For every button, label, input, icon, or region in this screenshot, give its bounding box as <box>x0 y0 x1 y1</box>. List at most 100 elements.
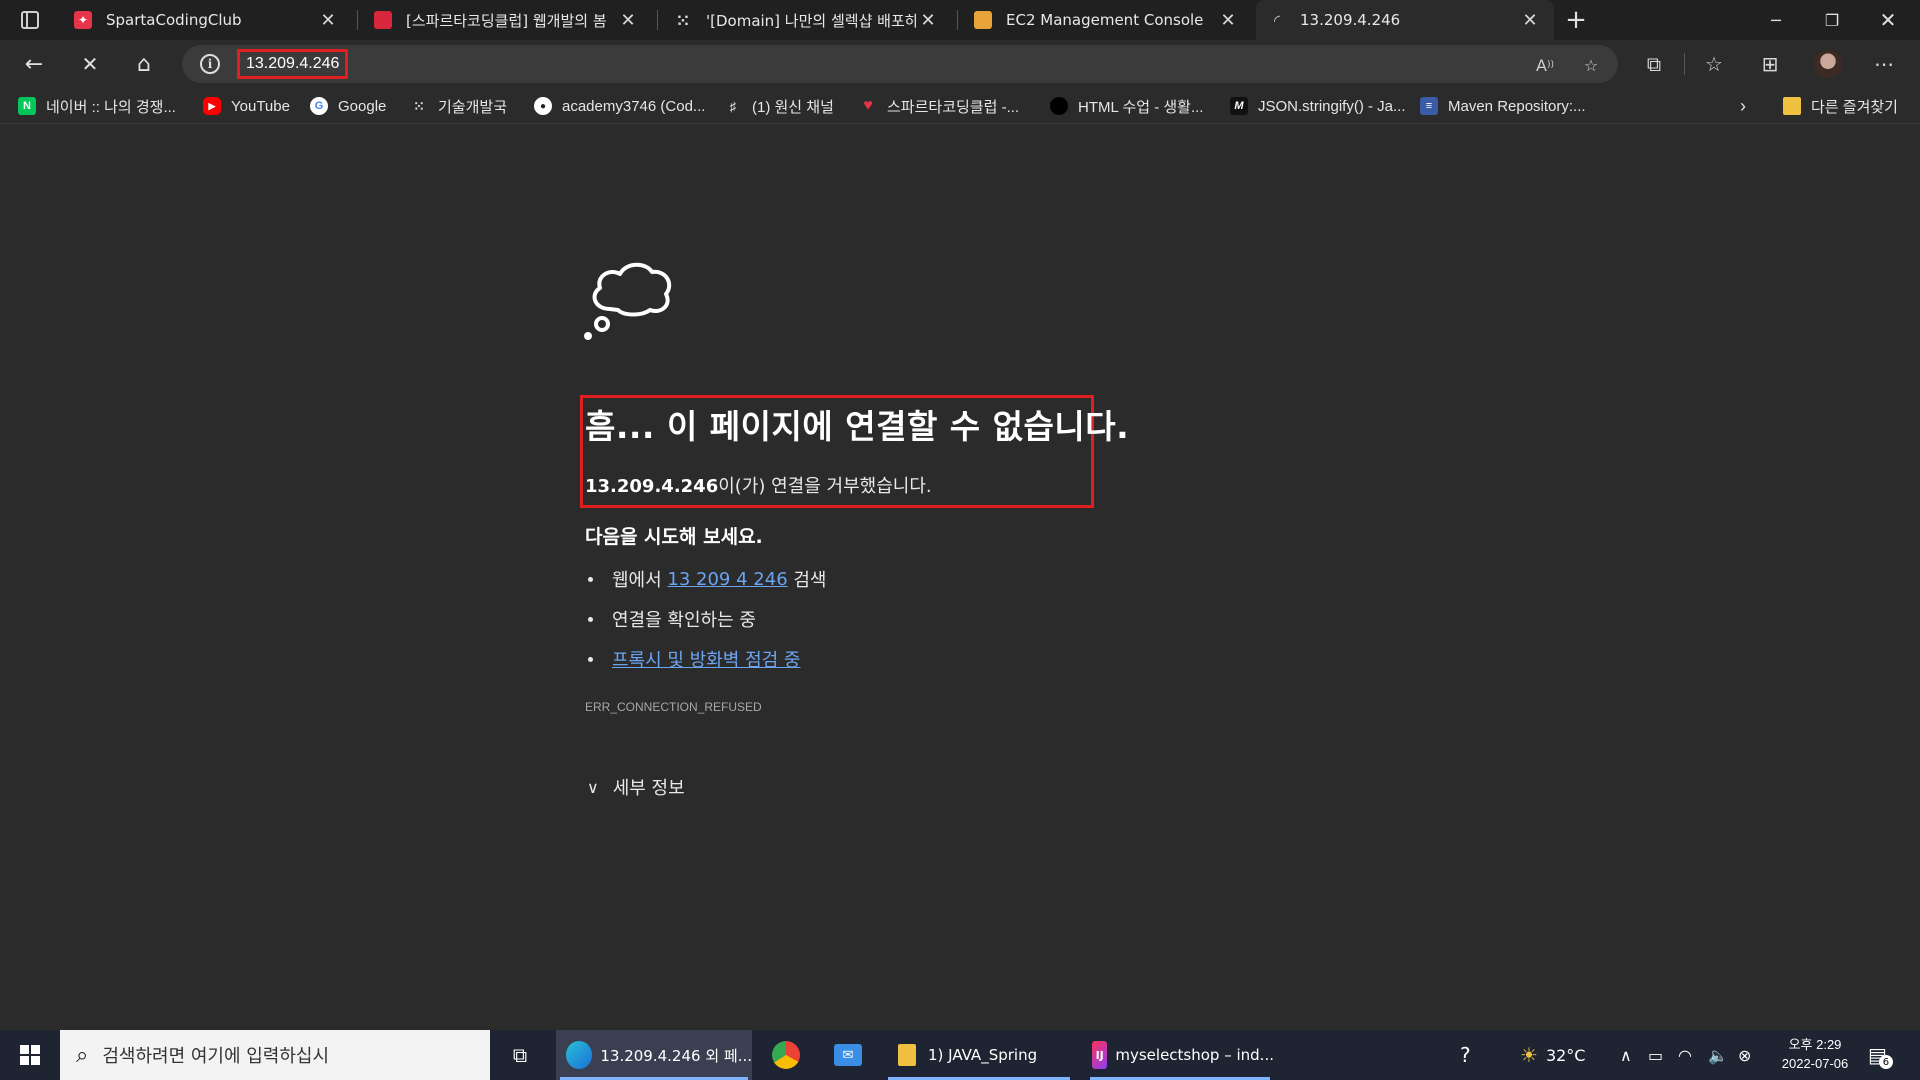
bookmark-mdn[interactable]: M JSON.stringify() - Ja... <box>1230 94 1406 118</box>
details-toggle[interactable]: ∨ 세부 정보 <box>587 774 685 800</box>
new-tab-button[interactable]: + <box>1560 0 1592 40</box>
bookmark-label: YouTube <box>231 97 290 115</box>
tab-web-dev[interactable]: [스파르타코딩클럽] 웹개발의 봄 ✕ <box>362 0 652 40</box>
close-tab-icon[interactable]: ✕ <box>316 8 340 32</box>
bookmark-label: 네이버 :: 나의 경쟁... <box>46 98 176 116</box>
tab-title: [스파르타코딩클럽] 웹개발의 봄 <box>406 11 607 30</box>
restore-button[interactable]: ❐ <box>1804 0 1860 40</box>
close-tab-icon[interactable]: ✕ <box>616 8 640 32</box>
bookmark-maven[interactable]: ≡ Maven Repository:... <box>1420 94 1586 118</box>
web-search-link[interactable]: 13 209 4 246 <box>667 569 787 590</box>
google-icon: G <box>310 97 328 115</box>
book-favicon <box>374 11 392 29</box>
meet-now-icon[interactable]: ▭ <box>1648 1030 1663 1080</box>
taskbar-intellij[interactable]: IJ myselectshop – ind... <box>1086 1030 1274 1080</box>
close-tab-icon[interactable]: ✕ <box>1518 8 1542 32</box>
taskbar-explorer[interactable]: 1) JAVA_Spring <box>884 1030 1074 1080</box>
bullet <box>588 656 593 662</box>
settings-more-icon[interactable]: ⋯ <box>1864 44 1904 84</box>
tab-ec2[interactable]: EC2 Management Console ✕ <box>962 0 1252 40</box>
bookmark-tech-dev[interactable]: ⁙ 기술개발국 <box>410 94 507 118</box>
task-view-button[interactable]: ⧉ <box>500 1030 540 1080</box>
windows-taskbar: ⌕ 검색하려면 여기에 입력하십시 ⧉ 13.209.4.246 외 페... … <box>0 1030 1920 1080</box>
bookmark-label: JSON.stringify() - Ja... <box>1258 97 1406 115</box>
help-icon[interactable]: ? <box>1460 1030 1471 1080</box>
taskbar-chrome[interactable] <box>760 1030 812 1080</box>
windows-logo-icon <box>20 1045 40 1065</box>
taskbar-mail[interactable]: ✉ <box>822 1030 874 1080</box>
url-text[interactable]: 13.209.4.246 <box>237 49 349 79</box>
network-icon[interactable]: ◠ <box>1678 1030 1692 1080</box>
bookmark-label: 다른 즐겨찾기 <box>1811 98 1898 116</box>
back-button[interactable]: ← <box>14 44 54 84</box>
bookmark-label: 스파르타코딩클럽 -... <box>887 98 1020 116</box>
aws-box-favicon <box>974 11 992 29</box>
tab-separator <box>657 10 658 30</box>
taskbar-app-label: 1) JAVA_Spring <box>928 1046 1038 1064</box>
close-tab-icon[interactable]: ✕ <box>1216 8 1240 32</box>
suggestion-web-search: 웹에서 13 209 4 246 검색 <box>585 566 826 592</box>
tab-domain[interactable]: ⁙ '[Domain] 나만의 셀렉샵 배포하 ✕ <box>662 0 952 40</box>
bookmark-sparta[interactable]: ♥ 스파르타코딩클럽 -... <box>859 94 1019 118</box>
system-clock[interactable]: 오후 2:29 2022-07-06 <box>1770 1035 1860 1073</box>
sparta-heart-icon: ♥ <box>863 97 873 114</box>
error-description: 13.209.4.246이(가) 연결을 거부했습니다. <box>585 472 932 498</box>
clock-time: 오후 2:29 <box>1788 1037 1842 1052</box>
tab-separator <box>357 10 358 30</box>
tab-separator <box>957 10 958 30</box>
bookmark-youtube[interactable]: ▶ YouTube <box>203 94 290 118</box>
youtube-icon: ▶ <box>203 97 221 115</box>
tab-title: SpartaCodingClub <box>106 11 242 29</box>
dots-icon: ⁙ <box>413 97 425 114</box>
bookmark-html[interactable]: HTML 수업 - 생활... <box>1050 94 1203 118</box>
black-circle-icon <box>1050 97 1068 115</box>
read-aloud-icon[interactable]: A)) <box>1534 54 1556 76</box>
profile-avatar[interactable] <box>1814 50 1842 78</box>
minimize-button[interactable]: ─ <box>1748 0 1804 40</box>
bookmark-label: academy3746 (Cod... <box>562 97 706 115</box>
error-code: ERR_CONNECTION_REFUSED <box>585 700 762 714</box>
collections-icon[interactable]: ⊞ <box>1750 44 1790 84</box>
taskbar-search-box[interactable]: ⌕ 검색하려면 여기에 입력하십시 <box>60 1030 490 1080</box>
add-favorite-icon[interactable]: ☆ <box>1580 54 1602 76</box>
mail-icon: ✉ <box>834 1044 862 1066</box>
proxy-firewall-link[interactable]: 프록시 및 방화벽 점검 중 <box>612 646 801 672</box>
bookmark-label: Google <box>338 97 387 115</box>
site-info-icon[interactable]: i <box>200 54 220 74</box>
bookmark-label: (1) 원신 채널 <box>752 98 834 116</box>
sparta-favicon: ✦ <box>74 11 92 29</box>
toolbar-separator <box>1684 53 1685 75</box>
close-tab-icon[interactable]: ✕ <box>916 8 940 32</box>
error-host: 13.209.4.246 <box>585 476 719 497</box>
close-window-button[interactable]: ✕ <box>1860 0 1916 40</box>
language-icon[interactable]: ⊗ <box>1738 1030 1751 1080</box>
taskbar-edge[interactable]: 13.209.4.246 외 페... <box>556 1030 752 1080</box>
bookmark-channel[interactable]: ♯ (1) 원신 채널 <box>724 94 834 118</box>
tray-overflow-chevron-icon[interactable]: ∧ <box>1620 1030 1632 1080</box>
bookmark-github[interactable]: ● academy3746 (Cod... <box>534 94 705 118</box>
tab-actions-button[interactable] <box>10 0 50 40</box>
search-placeholder: 검색하려면 여기에 입력하십시 <box>102 1046 330 1067</box>
bookmark-naver[interactable]: N 네이버 :: 나의 경쟁... <box>18 94 176 118</box>
tab-title: 13.209.4.246 <box>1300 11 1401 29</box>
weather-widget[interactable]: ☀ 32°C <box>1520 1030 1585 1080</box>
stop-loading-button[interactable]: ✕ <box>70 44 110 84</box>
bookmark-google[interactable]: G Google <box>310 94 386 118</box>
tab-active[interactable]: ◜ 13.209.4.246 ✕ <box>1256 0 1554 40</box>
notion-dots-favicon: ⁙ <box>676 10 690 30</box>
volume-icon[interactable]: 🔈 <box>1708 1030 1728 1080</box>
navigation-bar: ← ✕ ⌂ i 13.209.4.246 A)) ☆ ⧉ ☆ ⊞ ⋯ <box>0 40 1920 88</box>
start-button[interactable] <box>0 1030 60 1080</box>
tab-sparta[interactable]: ✦ SpartaCodingClub ✕ <box>62 0 352 40</box>
bookmark-label: HTML 수업 - 생활... <box>1078 98 1204 116</box>
home-button[interactable]: ⌂ <box>124 44 164 84</box>
extensions-icon[interactable]: ⧉ <box>1634 44 1674 84</box>
more-bookmarks-chevron-icon[interactable]: › <box>1740 94 1746 118</box>
favorites-icon[interactable]: ☆ <box>1694 44 1734 84</box>
address-bar[interactable]: i 13.209.4.246 A)) ☆ <box>182 45 1618 83</box>
folder-icon <box>898 1044 916 1066</box>
mdn-icon: M <box>1230 97 1248 115</box>
other-favorites-folder[interactable]: 다른 즐겨찾기 <box>1783 94 1898 118</box>
notification-center[interactable]: ▤ 6 <box>1868 1030 1893 1080</box>
loading-spinner-icon: ◜ <box>1273 10 1281 30</box>
